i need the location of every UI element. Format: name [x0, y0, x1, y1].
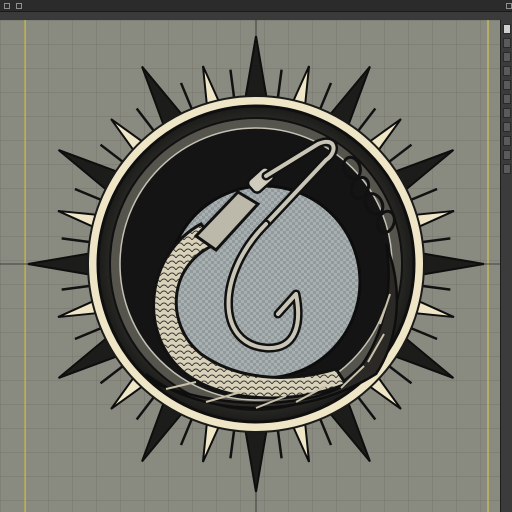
window-control-icon[interactable] — [506, 2, 512, 9]
home-icon[interactable] — [16, 2, 22, 9]
panel-tool-5[interactable] — [502, 80, 511, 90]
panel-tool-9[interactable] — [502, 136, 511, 146]
app-logo-icon[interactable] — [4, 2, 10, 9]
panel-tool-11[interactable] — [502, 164, 511, 174]
tools-panel — [500, 20, 512, 512]
panel-tool-1[interactable] — [502, 24, 511, 34]
panel-tool-10[interactable] — [502, 150, 511, 160]
panel-tool-8[interactable] — [502, 122, 511, 132]
panel-tool-2[interactable] — [502, 38, 511, 48]
artboard-canvas[interactable] — [0, 20, 500, 512]
panel-tool-3[interactable] — [502, 52, 511, 62]
menu-bar — [0, 0, 512, 12]
panel-tool-6[interactable] — [502, 94, 511, 104]
panel-tool-4[interactable] — [502, 66, 511, 76]
panel-tool-7[interactable] — [502, 108, 511, 118]
